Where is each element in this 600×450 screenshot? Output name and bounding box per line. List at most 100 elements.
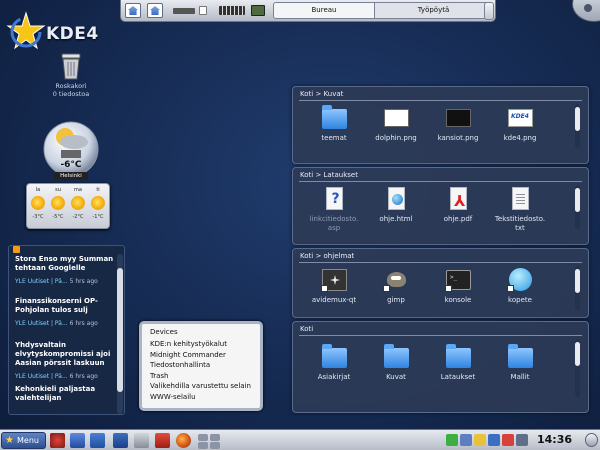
pager-mini-icon[interactable]	[198, 434, 208, 441]
file-item[interactable]: Lataukset	[432, 344, 484, 382]
folderview-scrollbar-thumb[interactable]	[575, 107, 580, 131]
screenshot-icon[interactable]	[251, 5, 265, 16]
file-item[interactable]: teemat	[308, 105, 360, 143]
lifesaver-icon[interactable]	[50, 433, 65, 448]
pager-mini-icon[interactable]	[210, 442, 220, 449]
file-label: Mallit	[510, 373, 530, 381]
update-icon[interactable]	[502, 434, 514, 446]
kde4-logo-text: KDE4	[46, 24, 99, 44]
folderview-kuvat: Koti > Kuvat teemat dolphin.png kansiot.…	[292, 86, 589, 164]
file-item[interactable]: KDE4 kde4.png	[494, 105, 546, 143]
toolbox-icon	[584, 4, 592, 12]
trash-label-count: 0 tiedostoa	[52, 90, 90, 98]
firefox-icon[interactable]	[176, 433, 191, 448]
folder-icon	[322, 105, 347, 129]
notes-icon[interactable]	[474, 434, 486, 446]
folderview-koti: Koti Asiakirjat Kuvat Lataukset Mallit	[292, 321, 589, 413]
network-icon[interactable]	[460, 434, 472, 446]
pager-desktop-1[interactable]: Bureau	[274, 3, 374, 18]
file-label: kansiot.png	[437, 134, 479, 142]
file-item[interactable]: kansiot.png	[432, 105, 484, 143]
devices-list-item[interactable]: KDE:n kehitystyökalut	[150, 339, 251, 350]
panel-clock[interactable]: 14:36	[537, 433, 572, 446]
link-arrow-icon	[321, 285, 328, 292]
news-item[interactable]: Yhdysvaltain elvytyskompromissi ajoi Aas…	[15, 341, 119, 381]
monitor-icon[interactable]	[113, 433, 128, 448]
volume-icon[interactable]	[516, 434, 528, 446]
folderview-scrollbar-thumb[interactable]	[575, 269, 580, 293]
kickoff-menu-button[interactable]: ★ Menu	[1, 432, 46, 449]
kde-star-icon	[6, 11, 46, 50]
file-label: kopete	[508, 296, 532, 304]
file-item[interactable]: avidemux-qt	[308, 267, 360, 305]
home-folder-icon[interactable]	[90, 433, 105, 448]
download-icon[interactable]	[446, 434, 458, 446]
home-icon[interactable]	[147, 3, 163, 18]
devices-list-item[interactable]: Tiedostonhallinta	[150, 360, 251, 371]
pager-desktop-2[interactable]: Työpöytä	[374, 3, 490, 18]
file-item[interactable]: ⅄ ohje.pdf	[432, 186, 484, 224]
image-icon	[446, 109, 471, 127]
file-item[interactable]: Tekstitiedosto.txt	[494, 186, 546, 233]
devices-list-item[interactable]: Valikehdilla varustettu selain	[150, 381, 251, 392]
weather-applet[interactable]: -6°C Helsinki	[40, 120, 102, 182]
news-title[interactable]: Yhdysvaltain elvytyskompromissi ajoi Aas…	[15, 341, 119, 368]
top-panel-toolbox-button[interactable]	[484, 2, 494, 20]
news-title[interactable]: Kehonkieli paljastaa valehtelijan	[15, 385, 119, 403]
drive-icon[interactable]	[173, 8, 195, 14]
devices-heading: Devices	[150, 328, 178, 336]
trash-icon	[61, 53, 81, 80]
folderview-divider	[299, 262, 582, 263]
news-title[interactable]: Stora Enso myy Summan tehtaan Googlelle	[15, 255, 119, 273]
sun-icon	[31, 196, 45, 210]
weather-forecast: la su ma ti -3°C -5°C -2°C -1°C	[26, 183, 110, 229]
news-item[interactable]: Kehonkieli paljastaa valehtelijan	[15, 385, 119, 403]
file-item[interactable]: >_ konsole	[432, 267, 484, 305]
file-item[interactable]: kopete	[494, 267, 546, 305]
folder-icon	[322, 344, 347, 368]
file-item[interactable]: Mallit	[494, 344, 546, 382]
file-item[interactable]: ohje.html	[370, 186, 422, 224]
devices-list-item[interactable]: WWW-selailu	[150, 392, 251, 403]
file-label: Asiakirjat	[317, 373, 351, 381]
document-icon[interactable]	[199, 6, 207, 15]
weather-city: Helsinki	[54, 172, 88, 180]
monitor-tray-icon[interactable]	[488, 434, 500, 446]
news-item[interactable]: Stora Enso myy Summan tehtaan Googlelle …	[15, 255, 119, 286]
pager-mini-icon[interactable]	[210, 434, 220, 441]
rss-icon	[13, 246, 20, 253]
forecast-temp: -5°C	[52, 214, 64, 220]
folderview-ohjelmat: Koti > ohjelmat avidemux-qt gimp >_ kons…	[292, 248, 589, 318]
file-item[interactable]: Asiakirjat	[308, 344, 360, 382]
folderview-divider	[299, 100, 582, 101]
news-applet: Stora Enso myy Summan tehtaan Googlelle …	[8, 245, 125, 415]
weather-temperature: -6°C	[60, 160, 82, 170]
file-label: ohje.html	[379, 215, 413, 223]
folderview-scrollbar-thumb[interactable]	[575, 188, 580, 212]
forecast-day: su	[55, 187, 61, 193]
news-title[interactable]: Finanssikonserni OP-Pohjolan tulos sulj	[15, 297, 119, 315]
devices-applet: Devices KDE:n kehitystyökalut Midnight C…	[139, 321, 263, 411]
forecast-day: ti	[96, 187, 100, 193]
panel-toolbox-icon[interactable]	[585, 433, 598, 447]
file-item[interactable]: gimp	[370, 267, 422, 305]
trash-applet[interactable]: Roskakori 0 tiedostoa	[40, 52, 102, 98]
kde-icon[interactable]	[70, 433, 85, 448]
devices-list-item[interactable]: Trash	[150, 371, 251, 382]
file-item[interactable]: Kuvat	[370, 344, 422, 382]
news-scrollbar-thumb[interactable]	[117, 268, 123, 392]
folderview-title: Koti	[300, 325, 314, 333]
pager-mini-icon[interactable]	[198, 442, 208, 449]
file-item[interactable]: dolphin.png	[370, 105, 422, 143]
news-item[interactable]: Finanssikonserni OP-Pohjolan tulos sulj …	[15, 297, 119, 328]
home-icon[interactable]	[125, 3, 141, 18]
devices-list-item[interactable]: Midnight Commander	[150, 350, 251, 361]
tools-icon[interactable]	[134, 433, 149, 448]
link-arrow-icon	[507, 285, 514, 292]
media-player-icon[interactable]	[155, 433, 170, 448]
file-item[interactable]: ? linkcitiedosto.asp	[308, 186, 360, 233]
folderview-scrollbar-thumb[interactable]	[575, 342, 580, 366]
link-arrow-icon	[383, 285, 390, 292]
unknown-file-icon: ?	[326, 187, 343, 210]
keyboard-icon[interactable]	[219, 6, 245, 15]
